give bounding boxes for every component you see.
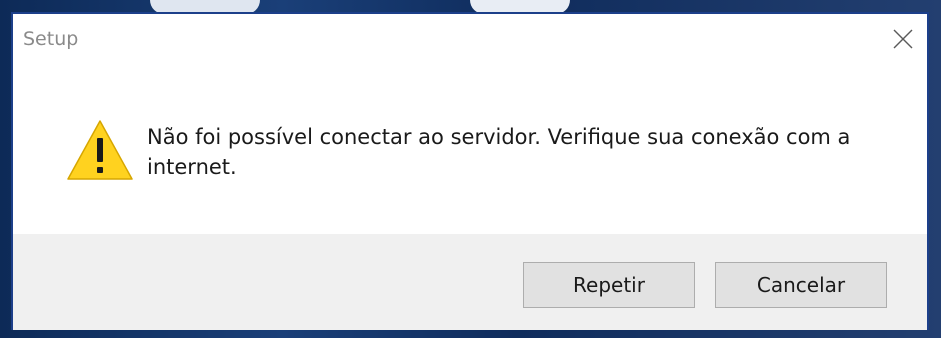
close-icon xyxy=(893,29,913,49)
warning-icon xyxy=(67,120,133,180)
window-title: Setup xyxy=(23,28,79,50)
setup-dialog: Setup Não foi possível conectar ao servi… xyxy=(11,12,929,330)
title-bar: Setup xyxy=(13,14,927,68)
cancel-button[interactable]: Cancelar xyxy=(715,262,887,308)
dialog-content: Não foi possível conectar ao servidor. V… xyxy=(13,68,927,234)
button-bar: Repetir Cancelar xyxy=(13,234,927,330)
retry-button[interactable]: Repetir xyxy=(523,262,695,308)
error-message: Não foi possível conectar ao servidor. V… xyxy=(147,125,851,179)
close-button[interactable] xyxy=(885,22,921,56)
